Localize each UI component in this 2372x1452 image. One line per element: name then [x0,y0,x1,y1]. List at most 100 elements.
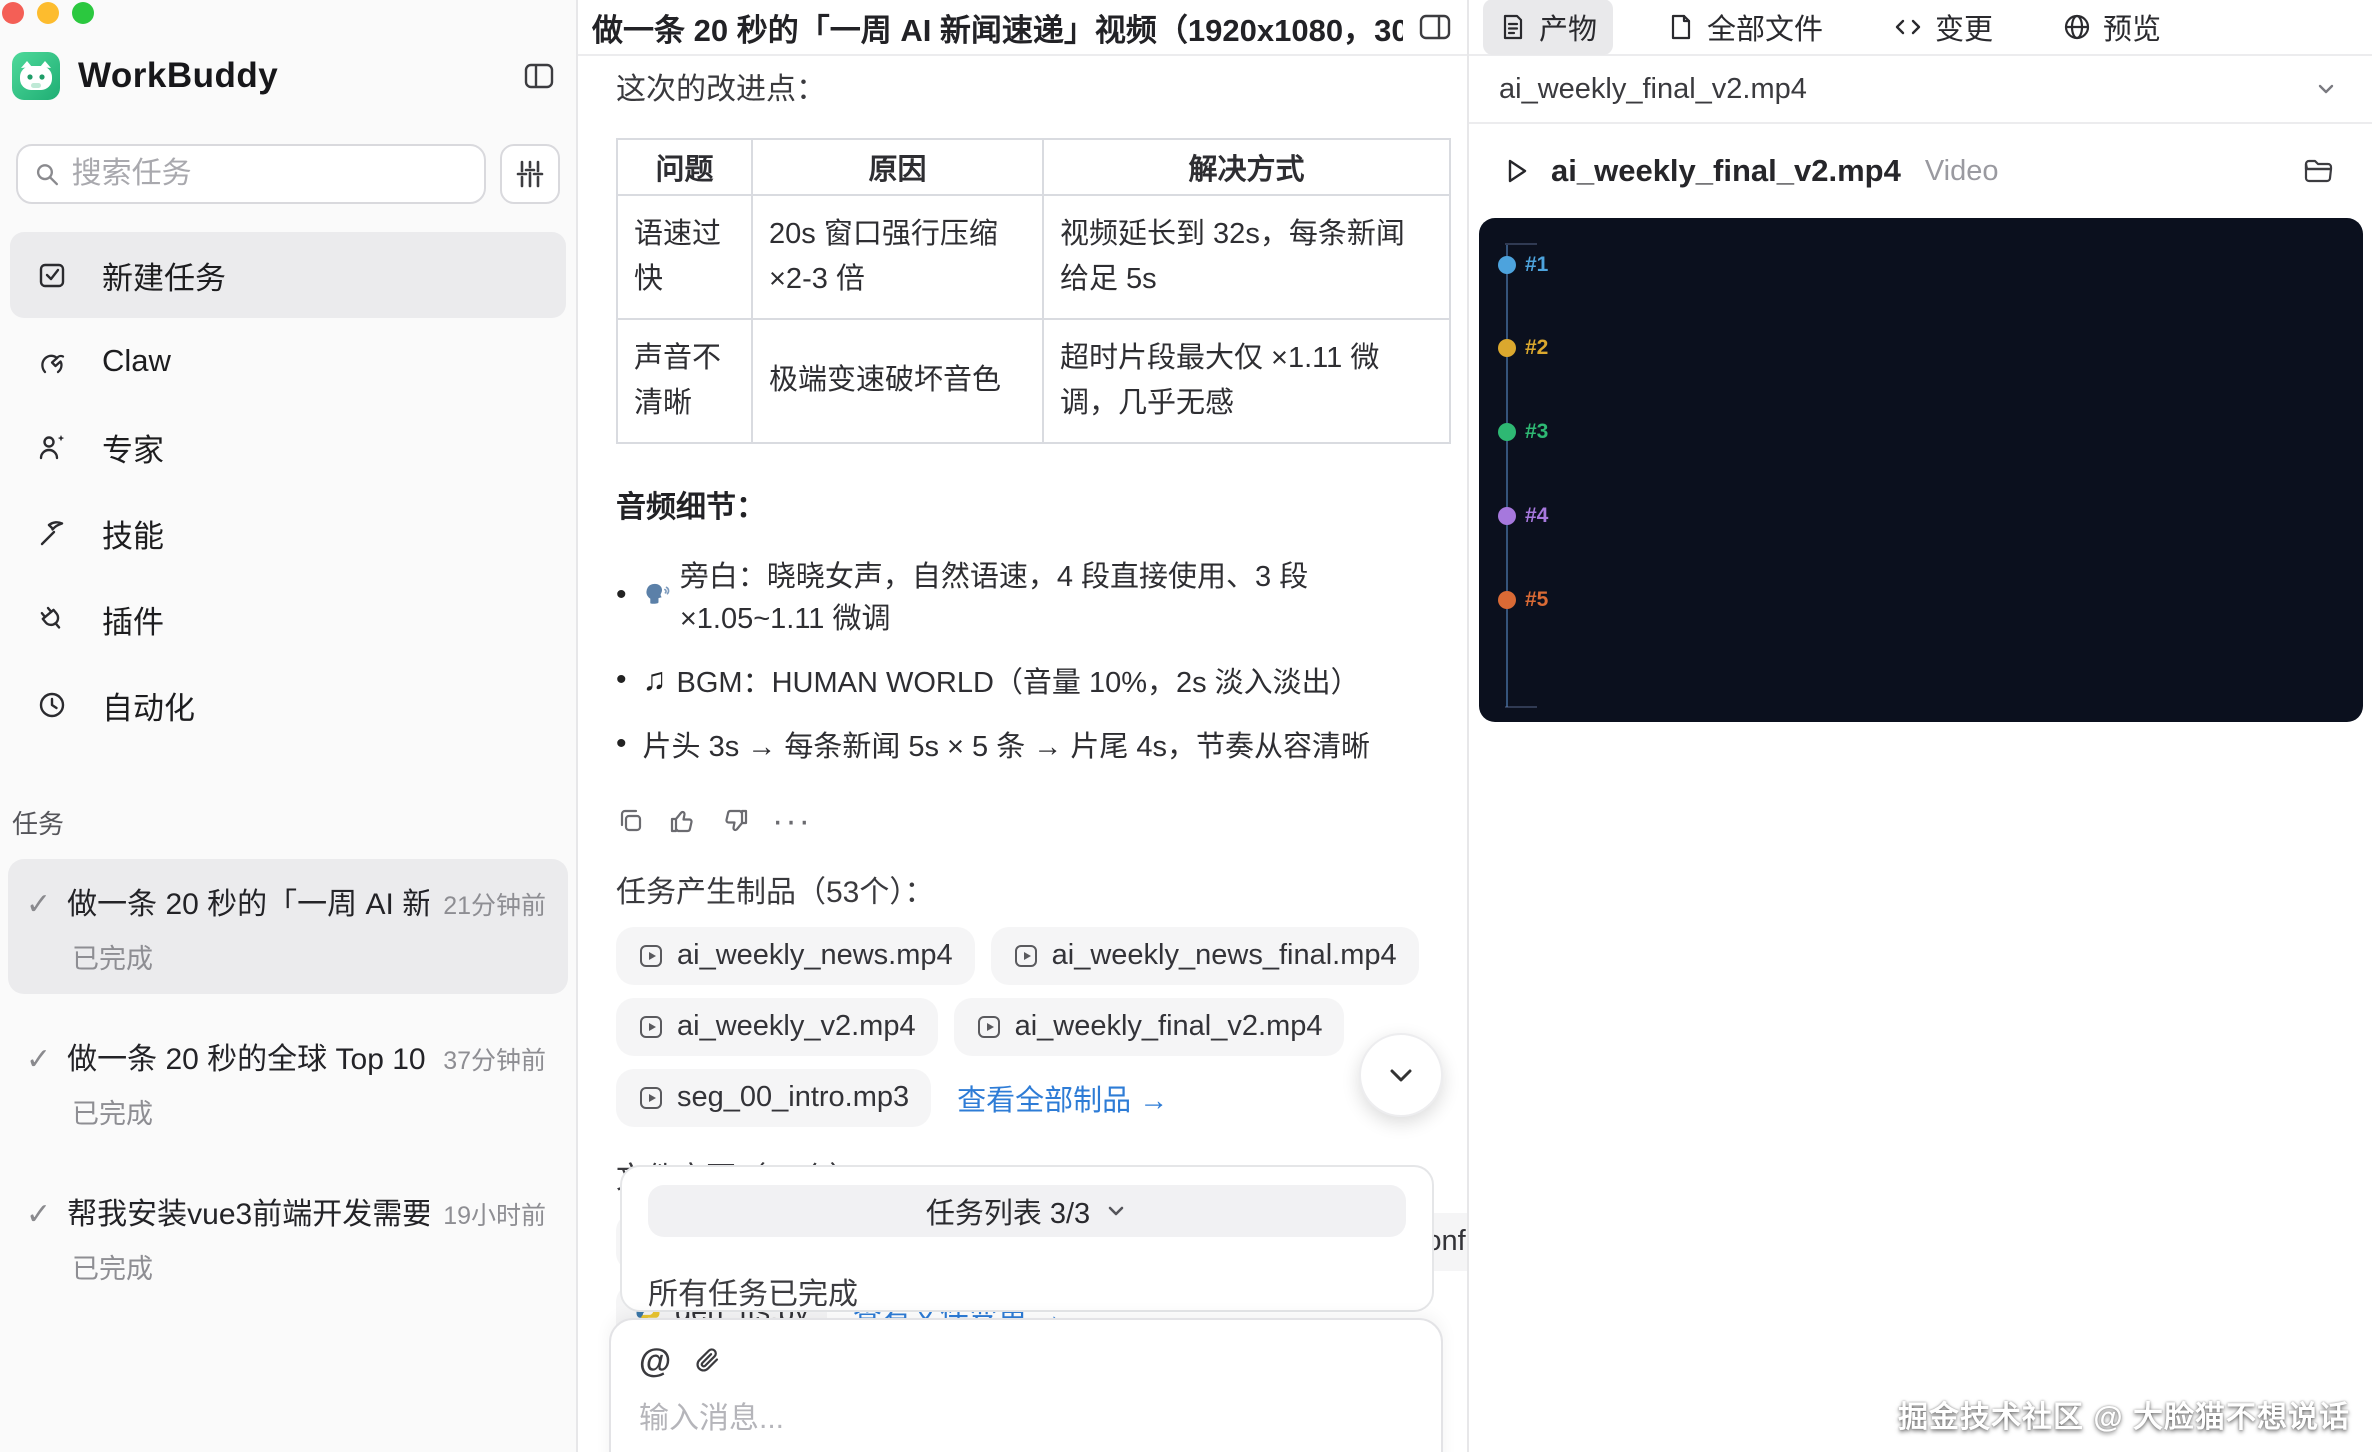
video-file-icon [1013,943,1039,969]
sidebar-item-label: 新建任务 [102,253,226,298]
tab-changes[interactable]: 变更 [1877,0,2009,55]
conversation-title: 做一条 20 秒的「一周 AI 新闻速递」视频（1920x1080，30fp..… [592,5,1403,50]
improvements-intro: 这次的改进点： [616,64,1451,108]
zoom-window-button[interactable] [72,2,94,24]
claw-icon [36,345,68,377]
column-header: 原因 [752,139,1043,195]
play-icon[interactable] [1501,156,1531,186]
artifacts-label: 任务产生制品（53个）： [616,867,1451,911]
table-cell: 声音不清晰 [617,319,752,443]
mention-icon[interactable]: @ [639,1342,671,1380]
pickaxe-icon [36,517,68,549]
filter-button[interactable] [500,144,560,204]
timeline-label: #1 [1525,253,1548,277]
audio-details-heading: 音频细节： [616,482,1451,526]
column-header: 问题 [617,139,752,195]
workbuddy-window: WorkBuddy [0,0,2372,1452]
thumbs-up-button[interactable] [668,806,698,836]
sidebar-item-label: Claw [102,343,171,379]
clock-icon [36,689,68,721]
artifact-name: ai_weekly_v2.mp4 [677,1010,916,1043]
artifact-chip[interactable]: ai_weekly_v2.mp4 [616,998,938,1056]
app-name: WorkBuddy [78,56,278,96]
scroll-to-bottom-button[interactable] [1359,1033,1443,1117]
sidebar-item-label: 技能 [102,511,164,556]
task-status: 已完成 [72,1092,546,1131]
close-window-button[interactable] [2,2,24,24]
bullet-dot: • [616,663,627,697]
task-time: 19小时前 [443,1196,546,1232]
timeline-dot [1498,339,1516,357]
expert-person-icon [36,431,68,463]
video-file-icon [638,943,664,969]
more-actions-button[interactable]: ··· [772,802,812,841]
video-file-icon [638,1085,664,1111]
tasks-section-label: 任务 [0,748,576,841]
task-status: 已完成 [72,937,546,976]
message-input[interactable] [639,1402,1413,1436]
video-file-row: ai_weekly_final_v2.mp4 Video [1469,124,2372,218]
timeline-label: #2 [1525,336,1548,360]
artifacts-panel: 产物 全部文件 变更 预览 ai_weekly [1467,0,2372,1452]
sidebar-item-plugins[interactable]: 插件 [10,576,566,662]
artifact-chip[interactable]: ai_weekly_news_final.mp4 [991,927,1419,985]
sidebar-item-skills[interactable]: 技能 [10,490,566,576]
bullet-dot: • [616,578,627,612]
sidebar-item-experts[interactable]: 专家 [10,404,566,490]
video-file-icon [976,1014,1002,1040]
sidebar-item-automation[interactable]: 自动化 [10,662,566,748]
list-item: • 片头 3s → 每条新闻 5s × 5 条 → 片尾 4s，节奏从容清晰 [616,712,1451,776]
search-icon [34,160,60,188]
message-content: 这次的改进点： 问题 原因 解决方式 语速过快 20s 窗口强行压缩 ×2-3 … [578,64,1467,1342]
timeline-line [1506,245,1508,707]
speaking-head-icon [643,580,670,610]
column-header: 解决方式 [1043,139,1450,195]
minimize-window-button[interactable] [37,2,59,24]
message-composer[interactable]: @ [609,1318,1443,1452]
task-item[interactable]: ✓ 帮我安装vue3前端开发需要的s... 19小时前 已完成 [8,1169,568,1304]
code-icon [1893,13,1923,41]
copy-button[interactable] [616,806,646,836]
task-list-toggle-label: 任务列表 3/3 [926,1190,1090,1232]
thumbs-down-button[interactable] [720,806,750,836]
task-list-toggle[interactable]: 任务列表 3/3 [648,1185,1406,1237]
chevron-down-icon [1384,1058,1418,1092]
timeline-frame-tick [1505,706,1537,708]
tab-all-files[interactable]: 全部文件 [1651,0,1839,55]
tab-label: 预览 [2103,6,2161,48]
artifact-chip[interactable]: ai_weekly_final_v2.mp4 [954,998,1345,1056]
table-header-row: 问题 原因 解决方式 [617,139,1450,195]
task-item[interactable]: ✓ 做一条 20 秒的全球 Top 10 大... 37分钟前 已完成 [8,1014,568,1149]
video-preview[interactable]: #1 #2 #3 #4 #5 [1479,218,2363,722]
sidebar-collapse-icon[interactable] [522,59,556,93]
tab-label: 全部文件 [1707,6,1823,48]
table-cell: 视频延长到 32s，每条新闻给足 5s [1043,195,1450,319]
bullet-text: 旁白：晓晓女声，自然语速，4 段直接使用、3 段 ×1.05~1.11 微调 [680,553,1451,637]
copy-icon [616,806,646,836]
main-header: 做一条 20 秒的「一周 AI 新闻速递」视频（1920x1080，30fp..… [578,0,1467,56]
tab-artifacts[interactable]: 产物 [1483,0,1613,55]
tab-preview[interactable]: 预览 [2047,0,2177,55]
sidebar-item-claw[interactable]: Claw [10,318,566,404]
document-icon [1499,13,1527,41]
sidebar-item-label: 插件 [102,597,164,642]
table-cell: 语速过快 [617,195,752,319]
search-input[interactable] [72,157,468,191]
attachment-icon[interactable] [693,1346,723,1376]
view-all-artifacts-link[interactable]: 查看全部制品 → [957,1077,1168,1119]
task-title: 做一条 20 秒的全球 Top 10 大... [67,1034,429,1078]
timeline-label: #4 [1525,504,1548,528]
window-controls [2,2,94,24]
search-box[interactable] [16,144,486,204]
artifact-chip[interactable]: ai_weekly_news.mp4 [616,927,975,985]
watermark: 掘金技术社区 @ 大脸猫不想说话 [1898,1392,2350,1436]
toggle-right-panel-icon[interactable] [1417,11,1453,43]
sliders-icon [514,158,546,190]
artifact-file-select[interactable]: ai_weekly_final_v2.mp4 [1469,56,2372,124]
sidebar-item-new-task[interactable]: 新建任务 [10,232,566,318]
bullet-dot: • [616,727,627,761]
task-item[interactable]: ✓ 做一条 20 秒的「一周 AI 新闻... 21分钟前 已完成 [8,859,568,994]
plug-icon [36,603,68,635]
open-folder-icon[interactable] [2302,156,2334,186]
artifact-chip[interactable]: seg_00_intro.mp3 [616,1069,931,1127]
